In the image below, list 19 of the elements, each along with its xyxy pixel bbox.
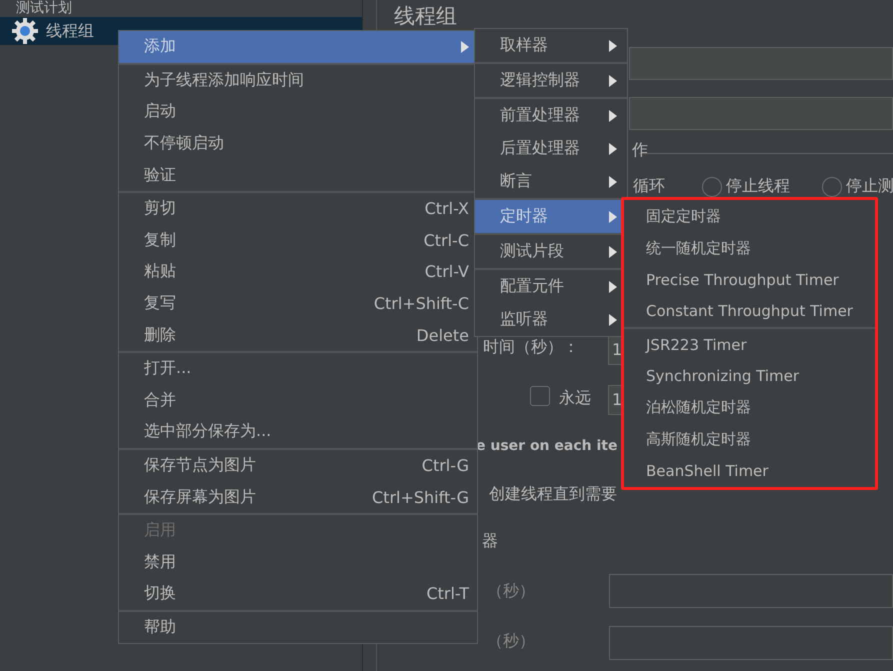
checkbox-label: 创建线程直到需要 (489, 484, 617, 505)
radio-label: 停止线程 (726, 176, 790, 197)
shortcut-label: Ctrl-C (424, 230, 469, 250)
shortcut-label: Delete (416, 326, 469, 345)
section-label: 作 (632, 140, 648, 161)
shortcut-label: Ctrl-T (426, 584, 469, 604)
section-label: 器 (482, 531, 498, 552)
field-label: （秒） (487, 631, 535, 652)
panel-title: 线程组 (394, 3, 457, 30)
field-label: （秒） (487, 581, 535, 602)
shortcut-label: Ctrl-V (424, 262, 469, 282)
field-label: 时间（秒）： (483, 337, 579, 358)
shortcut-label: Ctrl+Shift-C (374, 294, 469, 314)
shortcut-label: Ctrl+Shift-G (372, 488, 469, 507)
checkbox-label: 永远 (559, 388, 591, 409)
radio-label: 停止测 (846, 176, 893, 197)
option-label: 循环 (633, 176, 665, 197)
shortcut-label: Ctrl-G (422, 456, 469, 476)
shortcut-label: Ctrl-X (424, 199, 469, 218)
